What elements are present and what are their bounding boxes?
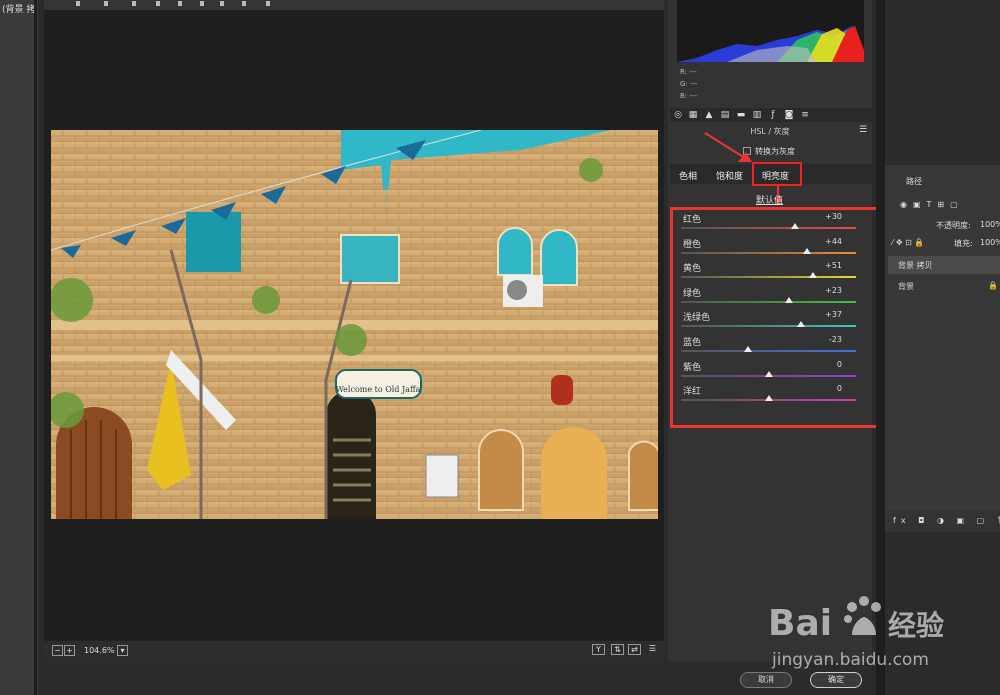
slider-value[interactable]: +44	[820, 237, 842, 246]
slider-thumb[interactable]	[796, 321, 805, 328]
slider-label: 紫色	[683, 362, 702, 373]
watermark-brand: Bai	[768, 603, 832, 644]
rgb-readout-g: G: ---	[680, 80, 698, 88]
curve-tab-icon[interactable]: ▦	[688, 110, 698, 120]
tab-saturation[interactable]: 饱和度	[716, 169, 743, 182]
tab-hue[interactable]: 色相	[679, 169, 697, 182]
watermark-url: jingyan.baidu.com	[771, 650, 929, 670]
slider-value[interactable]: -23	[820, 335, 842, 344]
slider-thumb[interactable]	[764, 395, 773, 402]
layer-filter-icons[interactable]: ◉▣T⊞▢	[900, 200, 964, 209]
slider-value[interactable]: 0	[820, 384, 842, 393]
detail-tab-icon[interactable]: ▲	[704, 110, 714, 120]
fill-label: 填充:	[954, 239, 973, 248]
slider-label: 浅绿色	[683, 313, 711, 324]
active-tab-highlight	[752, 162, 802, 186]
preview-photo: Welcome to Old Jaffa	[51, 130, 658, 519]
watermark-cn: 经验	[888, 609, 944, 642]
toolbar-tool-icon[interactable]	[156, 1, 160, 6]
paths-tab[interactable]: 路径	[906, 176, 922, 187]
compare-y-icon[interactable]: Y	[592, 644, 605, 655]
opacity-label: 不透明度:	[936, 221, 971, 230]
toolbar-tool-icon[interactable]	[104, 1, 108, 6]
fx-tab-icon[interactable]: ƒ	[768, 110, 778, 120]
slider-track[interactable]	[681, 350, 856, 352]
slider-value[interactable]: +30	[820, 212, 842, 221]
camera-calibration-tab-icon[interactable]: ◙	[784, 110, 794, 120]
dialog-left-border	[34, 0, 37, 695]
basic-tab-icon[interactable]: ◎	[673, 110, 683, 120]
zoom-out-button[interactable]: −	[52, 645, 63, 656]
layer-name-copy[interactable]: 背景 拷贝	[898, 260, 933, 271]
preview-top-toolbar	[44, 0, 664, 10]
slider-track[interactable]	[681, 227, 856, 229]
toggle-before-after-icon[interactable]: ⇄	[628, 644, 641, 655]
slider-track[interactable]	[681, 325, 856, 328]
slider-thumb[interactable]	[790, 223, 799, 229]
slider-label: 绿色	[683, 288, 702, 299]
slider-label: 红色	[683, 215, 702, 225]
zoom-dropdown-icon[interactable]: ▾	[117, 645, 128, 656]
layer-name-background[interactable]: 背景	[898, 281, 914, 292]
baidu-watermark: Bai 经验 jingyan.baidu.com	[760, 585, 980, 678]
preview-settings-icon[interactable]: ☰	[646, 644, 659, 655]
preview-bottom-bar	[44, 640, 664, 662]
swap-icon[interactable]: ⇅	[611, 644, 624, 655]
toolbar-tool-icon[interactable]	[220, 1, 224, 6]
document-tab[interactable]: (背景 拷	[2, 2, 35, 15]
slider-thumb[interactable]	[784, 296, 793, 303]
slider-thumb[interactable]	[764, 370, 773, 377]
slider-thumb[interactable]	[809, 272, 818, 279]
layer-lock-icon: 🔒	[988, 281, 998, 290]
slider-value[interactable]: +23	[820, 286, 842, 295]
layers-panel	[885, 165, 1000, 510]
zoom-level[interactable]: 104.6%	[84, 646, 115, 655]
slider-thumb[interactable]	[744, 346, 753, 352]
slider-track[interactable]	[681, 300, 856, 303]
presets-tab-icon[interactable]: ≡	[800, 110, 810, 120]
slider-value[interactable]: 0	[820, 360, 842, 369]
lock-icons[interactable]: ⁄ ✥ ⊡ 🔒	[892, 238, 924, 247]
toolbar-tool-icon[interactable]	[76, 1, 80, 6]
slider-label: 蓝色	[683, 338, 702, 348]
toolbar-tool-icon[interactable]	[266, 1, 270, 6]
histogram	[677, 0, 864, 62]
rgb-readout-r: R: ---	[680, 68, 697, 76]
toolbar-tool-icon[interactable]	[242, 1, 246, 6]
slider-label: 黄色	[683, 264, 702, 275]
left-strip	[0, 0, 38, 695]
toolbar-tool-icon[interactable]	[200, 1, 204, 6]
default-link[interactable]: 默认值	[756, 193, 783, 206]
slider-value[interactable]: +37	[820, 310, 842, 319]
slider-label: 洋红	[683, 387, 702, 398]
toolbar-tool-icon[interactable]	[178, 1, 182, 6]
slider-track[interactable]	[681, 276, 856, 279]
slider-track[interactable]	[681, 251, 856, 254]
lens-tab-icon[interactable]: ▥	[752, 110, 762, 120]
slider-value[interactable]: +51	[820, 261, 842, 270]
split-toning-tab-icon[interactable]: ▬	[736, 110, 746, 120]
welcome-sign-text: Welcome to Old Jaffa	[336, 385, 421, 394]
rgb-readout-b: B: ---	[680, 92, 697, 100]
toolbar-tool-icon[interactable]	[132, 1, 136, 6]
zoom-in-button[interactable]: +	[64, 645, 75, 656]
layer-action-icons[interactable]: fx ◘ ◑ ▣ ▢ 🗑	[893, 516, 1000, 525]
hsl-tab-icon[interactable]: ▤	[720, 110, 730, 120]
slider-label: 橙色	[683, 239, 702, 250]
fill-value[interactable]: 100%	[980, 238, 1000, 247]
opacity-value[interactable]: 100%	[980, 220, 1000, 229]
slider-thumb[interactable]	[803, 247, 811, 254]
